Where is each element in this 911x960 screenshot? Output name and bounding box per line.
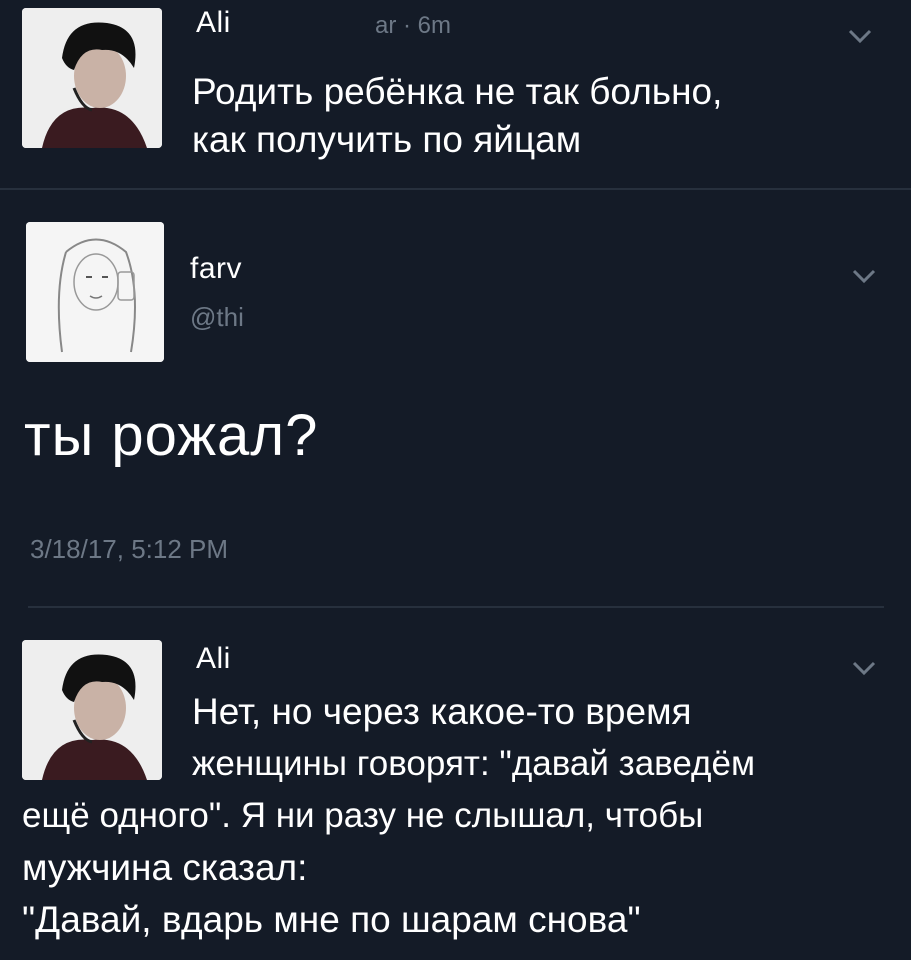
tweet3-text-line-3: ещё одного". Я ни разу не слышал, чтобы (22, 796, 704, 835)
tweet3-more-button[interactable] (852, 660, 876, 676)
tweet2-text: ты рожал? (24, 403, 319, 468)
tweet3-text-line-4: мужчина сказал: (22, 847, 308, 888)
tweet3-author-name[interactable]: Ali (196, 642, 231, 676)
tweet3-text-line-5: "Давай, вдарь мне по шарам снова" (22, 899, 641, 940)
tweet2-author-name[interactable]: farv (190, 252, 242, 286)
tweet2-more-button[interactable] (852, 268, 876, 284)
tweet3-text-line-2: женщины говорят: "давай заведём (192, 744, 756, 783)
tweet2-timestamp[interactable]: 3/18/17, 5:12 PM (30, 534, 228, 565)
tweet1-text-line-1: Родить ребёнка не так больно, (192, 71, 723, 112)
tweet1-meta: ar · 6m (375, 12, 452, 39)
avatar-farv[interactable] (26, 222, 164, 362)
avatar-ali[interactable] (22, 8, 162, 148)
chevron-down-icon (852, 269, 876, 284)
tweet1-author-name[interactable]: Ali (196, 6, 231, 40)
tweet2-handle[interactable]: @thi (190, 302, 244, 333)
avatar-ali[interactable] (22, 640, 162, 780)
tweet1-text-line-2: как получить по яйцам (192, 119, 582, 160)
chevron-down-icon (852, 661, 876, 676)
divider (28, 606, 884, 608)
divider (0, 188, 911, 190)
chevron-down-icon (848, 29, 872, 44)
tweet1-more-button[interactable] (848, 28, 872, 44)
tweet3-text-line-1: Нет, но через какое-то время (192, 691, 692, 732)
